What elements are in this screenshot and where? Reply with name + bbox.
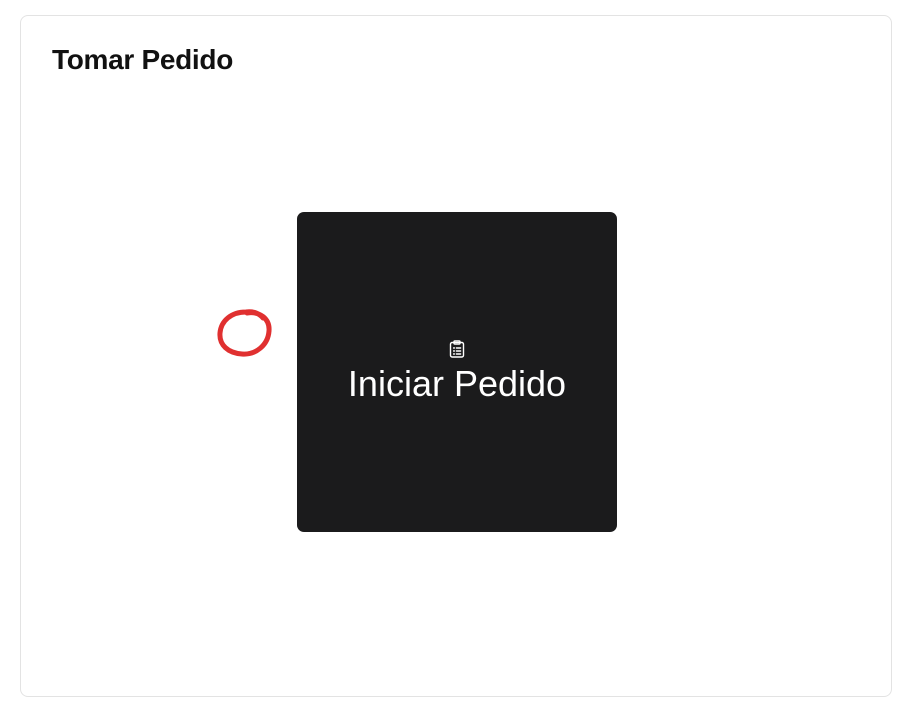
card-title: Tomar Pedido [52, 44, 234, 75]
clipboard-list-icon [449, 340, 465, 358]
order-card: Tomar Pedido Iniciar Pedido [20, 15, 892, 697]
start-order-label: Iniciar Pedido [347, 363, 567, 405]
red-circle-mark [217, 309, 272, 357]
start-order-button[interactable]: Iniciar Pedido [297, 212, 617, 532]
